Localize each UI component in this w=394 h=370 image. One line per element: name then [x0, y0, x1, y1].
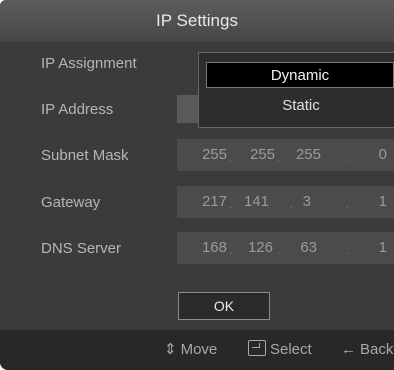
octet-separator: .	[229, 149, 233, 164]
gateway-label: Gateway	[41, 194, 101, 211]
ip-address-label: IP Address	[41, 101, 114, 118]
select-hint: Select	[248, 330, 312, 370]
octet-4: 1	[378, 193, 387, 210]
octet-1: 217	[201, 193, 227, 210]
gateway-field[interactable]: 217 . 141 . 3 . 1	[177, 186, 394, 218]
option-static[interactable]: Static	[207, 93, 394, 119]
ip-assignment-label: IP Assignment	[41, 55, 137, 72]
octet-3: 63	[300, 239, 317, 256]
up-down-arrows-icon: ⇕	[164, 341, 177, 358]
octet-4: 1	[378, 239, 387, 256]
octet-2: 126	[247, 239, 273, 256]
select-hint-label: Select	[270, 341, 312, 358]
dns-server-field[interactable]: 168 . 126 . 63 . 1	[177, 232, 394, 264]
ip-assignment-dropdown[interactable]: Dynamic Static	[198, 52, 394, 128]
octet-4: 0	[378, 146, 387, 163]
back-hint: ← Back	[341, 330, 393, 370]
back-hint-label: Back	[360, 341, 394, 358]
enter-icon	[248, 340, 266, 356]
subnet-mask-field[interactable]: 255 . 255 . 255 . 0	[177, 139, 394, 171]
octet-1: 255	[201, 146, 227, 163]
octet-3: 3	[302, 193, 311, 210]
option-dynamic[interactable]: Dynamic	[206, 62, 394, 88]
move-hint-label: Move	[180, 341, 218, 358]
octet-2: 141	[243, 193, 269, 210]
octet-3: 255	[295, 146, 321, 163]
dialog-title: IP Settings	[0, 0, 394, 42]
move-hint: ⇕ Move	[164, 330, 217, 370]
octet-2: 255	[249, 146, 275, 163]
back-arrow-icon: ←	[341, 341, 356, 358]
ip-settings-dialog: IP Settings IP Assignment IP Address Sub…	[0, 0, 394, 370]
footer-hints: ⇕ Move Select ← Back	[0, 330, 394, 370]
dns-server-label: DNS Server	[41, 240, 122, 257]
subnet-mask-label: Subnet Mask	[41, 147, 129, 164]
octet-1: 168	[201, 239, 227, 256]
ok-button[interactable]: OK	[178, 292, 270, 320]
